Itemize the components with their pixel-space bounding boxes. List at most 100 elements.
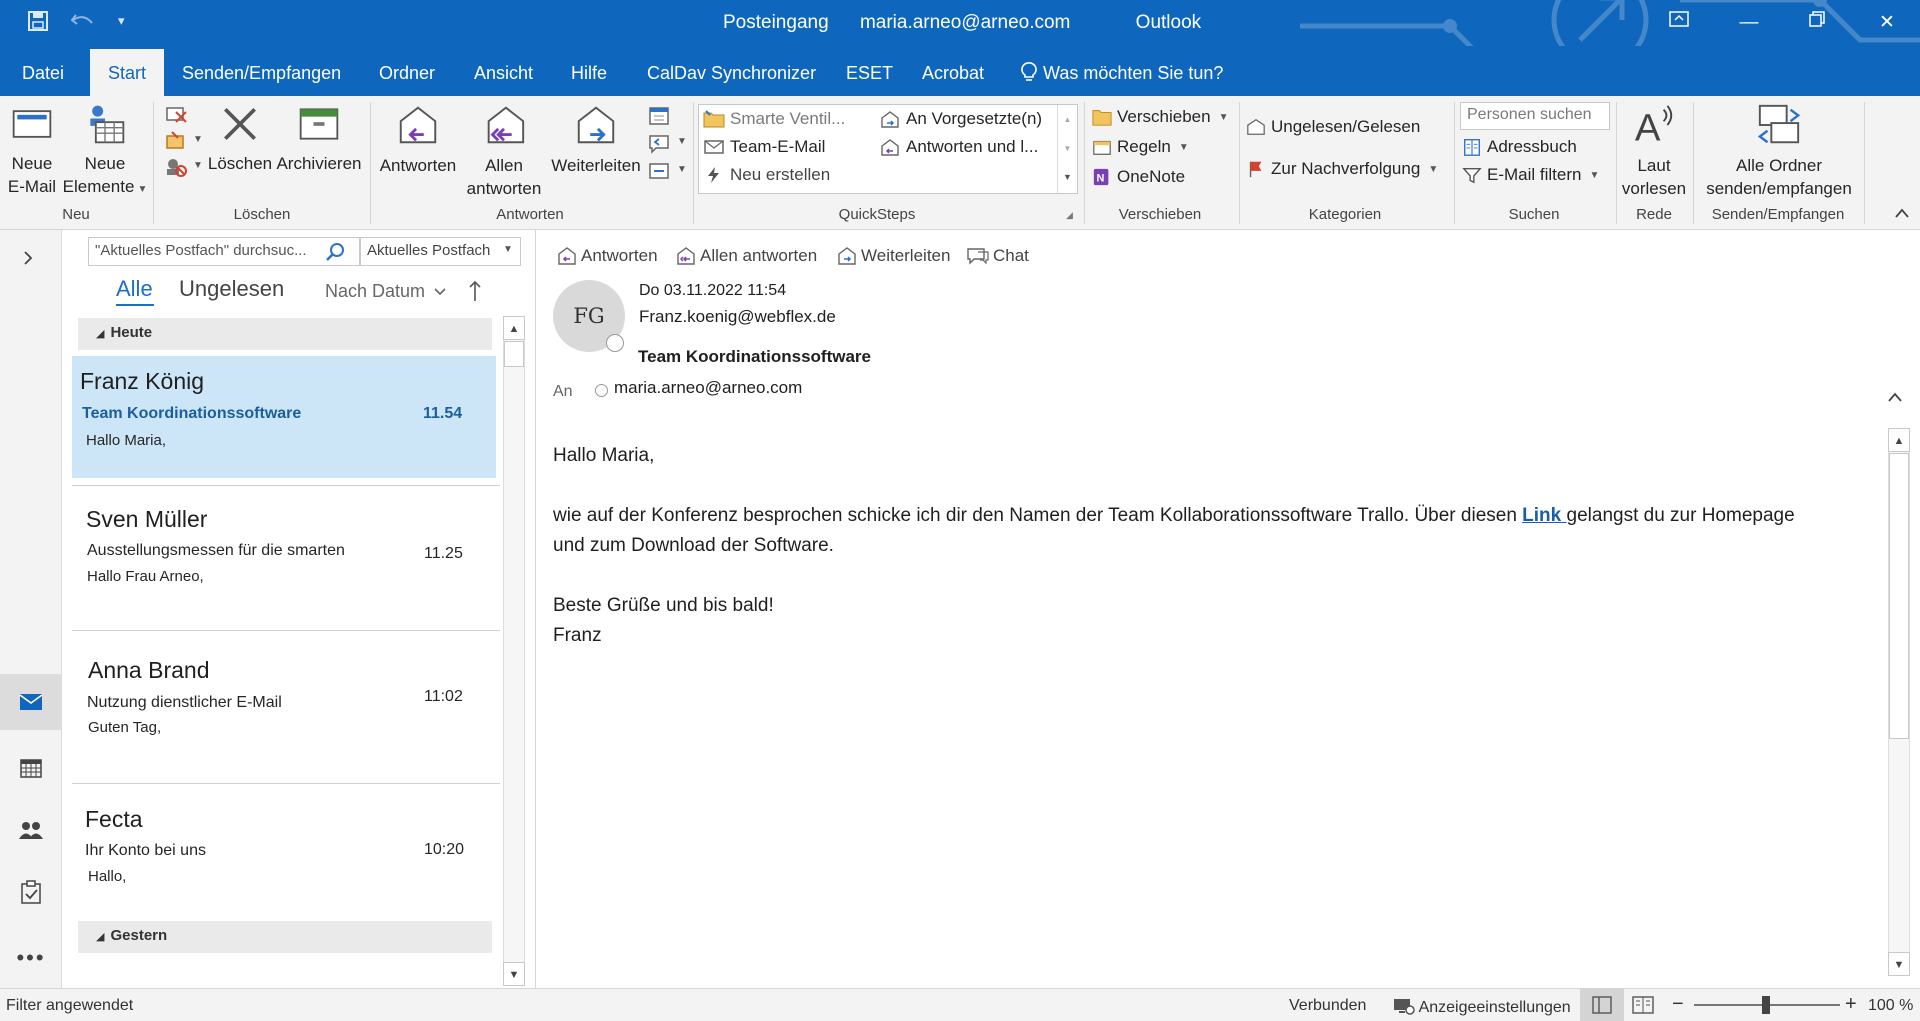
people-nav[interactable] <box>0 802 62 858</box>
save-icon[interactable] <box>26 9 50 39</box>
tab-start[interactable]: Start <box>90 46 165 96</box>
move-button[interactable]: Verschieben ▼ <box>1092 104 1228 130</box>
tab-senden-empfangen[interactable]: Senden/Empfangen <box>168 46 355 96</box>
ribbon: Neue E-Mail Neue Elemente ▼ Neu ▼ ▼ Lösch… <box>0 96 1920 230</box>
scroll-up-icon[interactable]: ▲ <box>503 316 525 340</box>
meeting-reply-button[interactable] <box>648 104 674 128</box>
zoom-slider[interactable] <box>1694 996 1840 1014</box>
forward-button[interactable]: Weiterleiten <box>546 102 646 177</box>
group-label-rede: Rede <box>1636 206 1672 223</box>
scroll-up-icon[interactable]: ▲ <box>1058 105 1077 134</box>
quickstep-reply-delete[interactable]: Antworten und l... <box>879 137 1038 157</box>
more-apps-nav[interactable]: ••• <box>0 930 62 986</box>
scroll-down-icon[interactable]: ▼ <box>1888 952 1910 976</box>
reading-reply-all-button[interactable]: Allen antworten <box>675 246 817 266</box>
message-sender-address[interactable]: Franz.koenig@webflex.de <box>639 307 836 327</box>
minimize-button[interactable]: — <box>1726 8 1772 38</box>
read-aloud-button[interactable]: A Laut vorlesen <box>1618 102 1690 200</box>
more-respond-button[interactable]: ▼ <box>648 160 688 184</box>
group-header-yesterday[interactable]: ◢ Gestern <box>78 921 492 953</box>
zoom-in-button[interactable]: + <box>1845 993 1857 1016</box>
group-header-today[interactable]: ◢ Heute <box>78 318 492 350</box>
message-list-scrollbar[interactable]: ▲ ▼ <box>503 316 525 986</box>
tab-hilfe[interactable]: Hilfe <box>557 46 621 96</box>
cleanup-button[interactable]: ▼ <box>164 130 204 154</box>
zoom-level[interactable]: 100 % <box>1868 997 1913 1015</box>
collapse-ribbon-icon[interactable] <box>1894 206 1910 222</box>
search-scope-dropdown[interactable]: Aktuelles Postfach ▼ <box>360 237 521 266</box>
ribbon-display-options-button[interactable] <box>1656 8 1702 38</box>
onenote-button[interactable]: N OneNote <box>1092 164 1185 190</box>
search-icon[interactable] <box>325 242 345 265</box>
tab-datei[interactable]: Datei <box>8 46 78 96</box>
list-item[interactable]: Anna Brand Nutzung dienstlicher E-Mail 1… <box>72 633 496 781</box>
tab-ordner[interactable]: Ordner <box>365 46 449 96</box>
delete-button[interactable]: Löschen <box>205 102 275 175</box>
scrollbar-thumb[interactable] <box>504 341 524 367</box>
undo-icon[interactable] <box>70 9 96 39</box>
reply-all-button[interactable]: Allen antworten <box>462 102 546 200</box>
group-divider <box>1454 102 1455 224</box>
recipient-address[interactable]: maria.arneo@arneo.com <box>614 378 802 398</box>
calendar-nav[interactable] <box>0 740 62 796</box>
new-email-button[interactable]: Neue E-Mail <box>6 102 58 198</box>
zoom-slider-thumb[interactable] <box>1762 996 1770 1014</box>
people-search-input[interactable]: Personen suchen <box>1460 102 1610 130</box>
reply-button[interactable]: Antworten <box>374 102 462 177</box>
list-item[interactable]: Sven Müller Ausstellungsmessen für die s… <box>72 488 496 628</box>
junk-button[interactable]: ▼ <box>164 156 204 180</box>
reading-reply-all-label: Allen antworten <box>700 246 818 265</box>
filter-all-tab[interactable]: Alle <box>116 276 153 302</box>
reading-chat-button[interactable]: Chat <box>966 246 1029 266</box>
tasks-nav[interactable] <box>0 864 62 920</box>
expand-gallery-icon[interactable]: ▼ <box>1058 163 1077 191</box>
restore-button[interactable] <box>1794 8 1840 38</box>
reading-view-button[interactable] <box>1632 995 1654 1020</box>
normal-view-button[interactable] <box>1580 989 1624 1021</box>
list-item[interactable]: Fecta Ihr Konto bei uns 10:20 Hallo, <box>72 786 496 916</box>
reading-forward-button[interactable]: Weiterleiten <box>836 246 950 266</box>
im-reply-button[interactable]: ▼ <box>648 132 688 156</box>
connection-status: Verbunden <box>1289 997 1367 1014</box>
scrollbar-thumb[interactable] <box>1889 453 1909 739</box>
filter-unread-tab[interactable]: Ungelesen <box>179 276 284 302</box>
quickstep-to-manager[interactable]: An Vorgesetzte(n) <box>879 109 1042 129</box>
archive-button[interactable]: Archivieren <box>274 102 364 175</box>
tab-caldav[interactable]: CalDav Synchronizer <box>633 46 830 96</box>
mail-nav[interactable] <box>0 674 62 730</box>
display-settings-button[interactable]: Anzeigeeinstellungen <box>1393 997 1571 1017</box>
close-button[interactable]: ✕ <box>1864 8 1910 38</box>
customize-toolbar-icon[interactable]: ▾ <box>118 9 125 33</box>
zoom-out-button[interactable]: − <box>1672 993 1684 1016</box>
scroll-down-icon[interactable]: ▼ <box>1058 134 1077 163</box>
quickstep-new[interactable]: Neu erstellen <box>703 165 830 185</box>
sort-direction-icon[interactable] <box>468 280 482 306</box>
tell-me-search[interactable]: Was möchten Sie tun? <box>1006 46 1237 96</box>
expand-folder-pane-icon[interactable] <box>22 250 34 270</box>
send-receive-all-button[interactable]: Alle Ordner senden/empfangen <box>1696 102 1862 200</box>
tab-ansicht[interactable]: Ansicht <box>460 46 547 96</box>
new-items-button[interactable]: Neue Elemente ▼ <box>62 102 148 201</box>
reading-pane-scrollbar[interactable]: ▲ ▼ <box>1888 428 1910 976</box>
message-sender: Anna Brand <box>88 657 210 683</box>
ignore-button[interactable] <box>164 104 190 128</box>
tab-eset[interactable]: ESET <box>832 46 907 96</box>
quickstep-team-email[interactable]: Team-E-Mail <box>703 137 825 157</box>
tab-acrobat[interactable]: Acrobat <box>908 46 998 96</box>
homepage-link[interactable]: Link <box>1522 505 1566 526</box>
reading-reply-button[interactable]: Antworten <box>556 246 658 266</box>
followup-button[interactable]: Zur Nachverfolgung ▼ <box>1246 156 1438 182</box>
mailbox-search-input[interactable]: "Aktuelles Postfach" durchsuc... <box>88 237 360 266</box>
scroll-up-icon[interactable]: ▲ <box>1888 428 1910 452</box>
filter-all-underline <box>116 304 154 306</box>
quickstep-smarte-ventil[interactable]: Smarte Ventil... <box>703 109 845 129</box>
address-book-button[interactable]: Adressbuch <box>1462 134 1577 160</box>
unread-read-button[interactable]: Ungelesen/Gelesen <box>1246 114 1420 140</box>
scroll-down-icon[interactable]: ▼ <box>503 962 525 986</box>
collapse-header-icon[interactable] <box>1887 390 1903 407</box>
filter-email-button[interactable]: E-Mail filtern ▼ <box>1462 162 1599 188</box>
rules-button[interactable]: Regeln ▼ <box>1092 134 1189 160</box>
sort-dropdown[interactable]: Nach Datum <box>325 281 447 302</box>
list-item[interactable]: Franz König Team Koordinationssoftware 1… <box>72 356 496 478</box>
quicksteps-dialog-launcher[interactable]: ◢ <box>1066 210 1073 221</box>
